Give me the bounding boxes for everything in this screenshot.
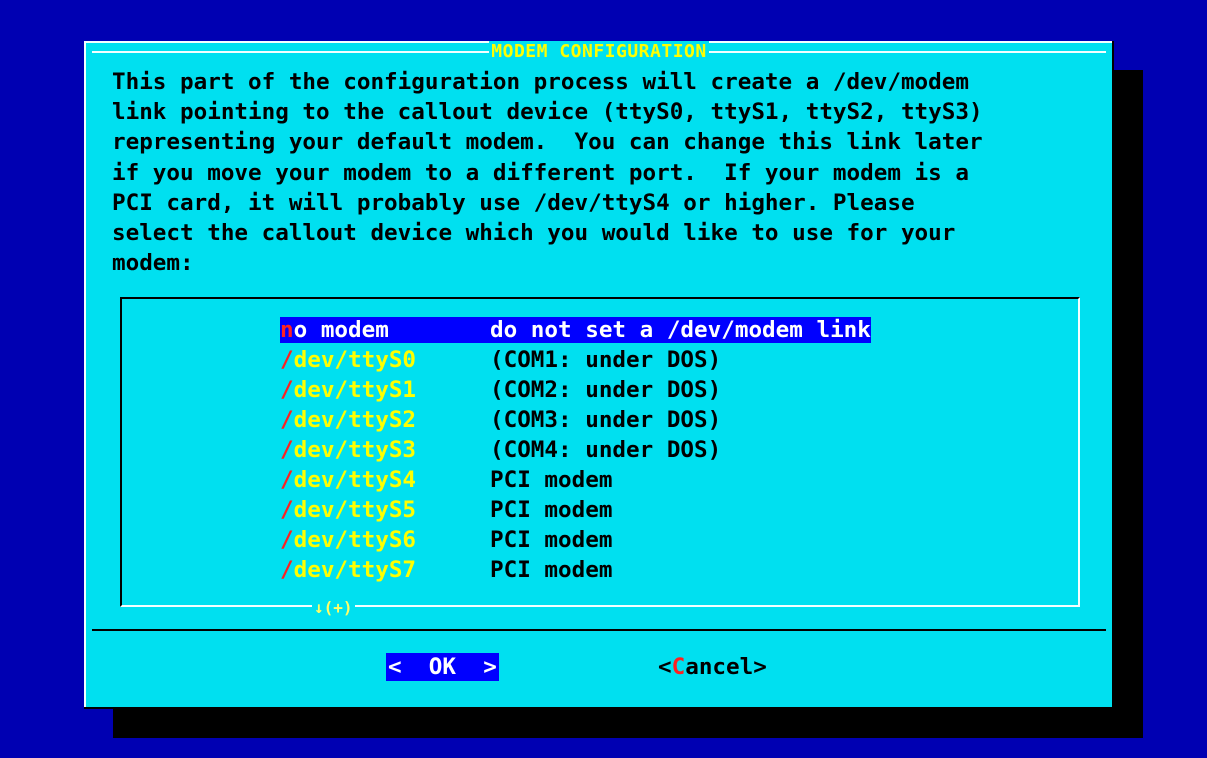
list-item-tag: /dev/ttyS5 xyxy=(280,497,490,523)
dialog-title: MODEM CONFIGURATION xyxy=(489,41,709,62)
list-item-tag: no modem xyxy=(280,317,490,343)
ok-button[interactable]: < OK > xyxy=(386,653,499,681)
list-item-description: PCI modem xyxy=(490,527,613,553)
list-item-description: (COM1: under DOS) xyxy=(490,347,722,373)
list-item-tag: /dev/ttyS3 xyxy=(280,437,490,463)
device-list: no modem do not set a /dev/modem link/dev… xyxy=(280,315,871,585)
list-item-tag-rest: dev/ttyS6 xyxy=(293,527,417,553)
cancel-button[interactable]: <Cancel> xyxy=(658,653,767,681)
list-item-hotkey: / xyxy=(280,527,294,553)
dialog-message: This part of the configuration process w… xyxy=(112,69,983,277)
device-listbox[interactable]: no modem do not set a /dev/modem link/dev… xyxy=(120,297,1080,617)
list-item[interactable]: /dev/ttyS0 (COM1: under DOS) xyxy=(280,345,871,375)
list-item-description: (COM2: under DOS) xyxy=(490,377,722,403)
list-item-hotkey: / xyxy=(280,557,294,583)
list-item-hotkey: / xyxy=(280,377,294,403)
cancel-open: < xyxy=(658,654,672,680)
list-item-hotkey: / xyxy=(280,437,294,463)
dialog-title-wrap: MODEM CONFIGURATION xyxy=(84,41,1114,63)
list-item-tag-rest: o modem xyxy=(293,317,389,343)
list-item-tag: /dev/ttyS7 xyxy=(280,557,490,583)
list-item-hotkey: / xyxy=(280,347,294,373)
list-item[interactable]: /dev/ttyS1 (COM2: under DOS) xyxy=(280,375,871,405)
cancel-rest: ancel> xyxy=(685,654,767,680)
list-item[interactable]: /dev/ttyS3 (COM4: under DOS) xyxy=(280,435,871,465)
list-item-description: PCI modem xyxy=(490,497,613,523)
list-item-tag: /dev/ttyS6 xyxy=(280,527,490,553)
list-item[interactable]: /dev/ttyS6 PCI modem xyxy=(280,525,871,555)
list-item[interactable]: /dev/ttyS7 PCI modem xyxy=(280,555,871,585)
list-item-hotkey: n xyxy=(280,317,294,343)
list-item-description: (COM3: under DOS) xyxy=(490,407,722,433)
cancel-hotkey: C xyxy=(671,654,686,680)
list-item[interactable]: no modem do not set a /dev/modem link xyxy=(280,315,871,345)
list-item-tag-rest: dev/ttyS3 xyxy=(293,437,417,463)
list-item[interactable]: /dev/ttyS4 PCI modem xyxy=(280,465,871,495)
list-item-description: PCI modem xyxy=(490,467,613,493)
list-item-tag-rest: dev/ttyS2 xyxy=(293,407,417,433)
list-item-tag-rest: dev/ttyS5 xyxy=(293,497,417,523)
list-item-description: PCI modem xyxy=(490,557,613,583)
button-separator xyxy=(92,629,1106,631)
list-item-description: do not set a /dev/modem link xyxy=(490,317,871,343)
list-item[interactable]: /dev/ttyS2 (COM3: under DOS) xyxy=(280,405,871,435)
list-item-hotkey: / xyxy=(280,467,294,493)
list-item-tag-rest: dev/ttyS1 xyxy=(293,377,417,403)
list-item-tag: /dev/ttyS2 xyxy=(280,407,490,433)
list-item-tag-rest: dev/ttyS7 xyxy=(293,557,417,583)
list-item-hotkey: / xyxy=(280,407,294,433)
list-item-hotkey: / xyxy=(280,497,294,523)
list-item-tag-rest: dev/ttyS0 xyxy=(293,347,417,373)
list-item-tag: /dev/ttyS1 xyxy=(280,377,490,403)
scroll-more-indicator[interactable]: ↓(+) xyxy=(312,598,355,617)
list-item-tag: /dev/ttyS0 xyxy=(280,347,490,373)
list-item[interactable]: /dev/ttyS5 PCI modem xyxy=(280,495,871,525)
modem-config-dialog: MODEM CONFIGURATION This part of the con… xyxy=(84,41,1114,709)
list-item-description: (COM4: under DOS) xyxy=(490,437,722,463)
list-item-tag: /dev/ttyS4 xyxy=(280,467,490,493)
list-item-tag-rest: dev/ttyS4 xyxy=(293,467,417,493)
